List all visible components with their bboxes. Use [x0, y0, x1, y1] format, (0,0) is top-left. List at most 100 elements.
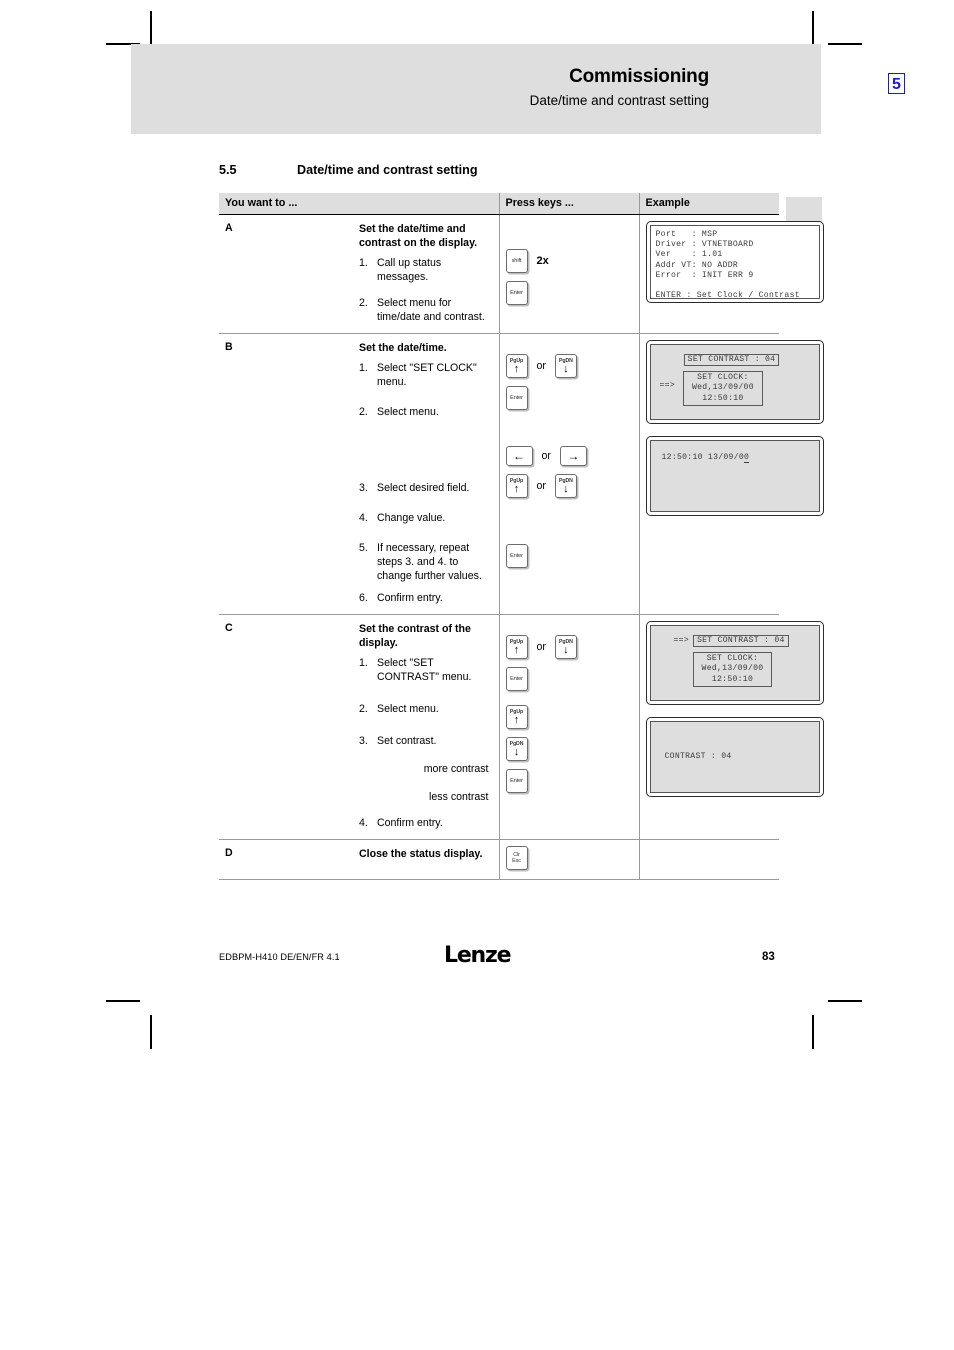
row-keys: PgUp ↑ or PgDN ↓ Enter PgUp ↑ PgDN ↓ Ent…: [499, 614, 640, 840]
lcd-screen: SET CONTRAST : 04 ==> SET CLOCK: Wed,13/…: [649, 344, 820, 420]
chapter-number-badge: 5: [888, 73, 905, 94]
table-row: A Set the date/time and contrast on the …: [219, 214, 824, 334]
arrow-down-icon: ↓: [563, 363, 569, 375]
lcd-text-status: Port : MSP Driver : VTNETBOARD Ver : 1.0…: [655, 230, 800, 301]
lcd-panel-contrast-value: CONTRAST : 04: [645, 717, 824, 797]
key-enter[interactable]: Enter: [505, 281, 528, 305]
arrow-left-icon: ←: [513, 449, 525, 463]
arrow-down-icon: ↓: [563, 644, 569, 656]
key-arrow-right[interactable]: →: [559, 446, 587, 466]
row-example: SET CONTRAST : 04 ==> SET CLOCK: Wed,13/…: [639, 333, 824, 615]
key-label: Enter: [510, 289, 523, 296]
lcd-panel-set-contrast-menu: ==> SET CONTRAST : 04 SET CLOCK: Wed,13/0…: [645, 621, 824, 705]
lcd-menu-contrast: SET CONTRAST : 04: [692, 635, 789, 648]
step-number: 4.: [359, 512, 368, 524]
page-title: Commissioning: [569, 66, 709, 87]
key-sequence-pgup-pgdn-2: PgUp ↑ or PgDN ↓: [505, 474, 633, 498]
table-row: B Set the date/time. 1. Select "SET CLOCK…: [219, 333, 824, 615]
step-number: 6.: [359, 592, 368, 604]
row-example: [639, 839, 779, 880]
step-text: Select menu.: [377, 406, 439, 418]
key-pgdn[interactable]: PgDN ↓: [505, 737, 528, 761]
lcd-clock-title: SET CLOCK:: [706, 654, 759, 664]
column-header-keys: Press keys ...: [498, 193, 639, 215]
step-text: Select "SET CLOCK" menu.: [377, 362, 477, 388]
lcd-clock-date: Wed,13/09/00: [701, 664, 764, 674]
list-item: 1. Select "SET CONTRAST" menu.: [359, 656, 491, 684]
lcd-menu-clock: SET CLOCK: Wed,13/09/00 12:50:10: [682, 371, 763, 406]
step-text: Select menu for time/date and contrast.: [377, 297, 485, 323]
header-text-block: Commissioning Date/time and contrast set…: [529, 65, 710, 111]
list-item: 2. Select menu.: [359, 702, 491, 716]
key-shift[interactable]: shift: [505, 249, 528, 273]
table-row: C Set the contrast of the display. 1. Sel…: [219, 614, 824, 840]
column-header-example: Example: [638, 193, 779, 215]
step-number: 2.: [359, 406, 368, 418]
footer-logo: Lenze: [444, 943, 512, 968]
crop-mark-bottom-right-vertical: [812, 1015, 814, 1049]
list-item: 5. If necessary, repeat steps 3. and 4. t…: [359, 541, 491, 583]
row-example: ==> SET CONTRAST : 04 SET CLOCK: Wed,13/0…: [639, 614, 824, 840]
more-contrast-label: more contrast: [423, 763, 489, 775]
crop-mark-top-left-vertical: [150, 11, 152, 45]
step-list: 1. Call up status messages. 2. Select menu…: [359, 256, 491, 324]
key-pgup[interactable]: PgUp ↑: [505, 474, 528, 498]
key-sequence-pgup-pgdn: PgUp ↑ or PgDN ↓: [505, 354, 633, 378]
lcd-edit-cursor: 0: [744, 453, 750, 463]
table-row: D Close the status display. Clr Esc: [219, 839, 779, 880]
key-pgdn[interactable]: PgDN ↓: [554, 635, 577, 659]
step-number: 1.: [359, 657, 368, 669]
page-subtitle: Date/time and contrast setting: [529, 93, 709, 108]
crop-mark-bottom-left-horizontal: [106, 1000, 140, 1002]
row-title: Close the status display.: [359, 848, 483, 860]
footer-document-code: EDBPM-H410 DE/EN/FR 4.1: [219, 952, 340, 962]
lcd-clock-date: Wed,13/09/00: [691, 383, 754, 393]
step-number: 1.: [359, 257, 368, 269]
key-or-separator: or: [536, 641, 546, 653]
key-enter[interactable]: Enter: [505, 544, 528, 568]
key-pgup[interactable]: PgUp ↑: [505, 354, 528, 378]
row-description: Close the status display.: [359, 839, 500, 880]
key-enter[interactable]: Enter: [505, 667, 528, 691]
row-letter: A: [219, 214, 359, 334]
step-number: 2.: [359, 297, 368, 309]
section-number: 5.5: [219, 163, 237, 177]
step-text: Select "SET CONTRAST" menu.: [377, 657, 472, 683]
key-or-separator: or: [541, 450, 551, 462]
row-letter: B: [219, 333, 359, 615]
key-pgdn[interactable]: PgDN ↓: [554, 474, 577, 498]
row-letter: C: [219, 614, 359, 840]
key-enter[interactable]: Enter: [505, 386, 528, 410]
lcd-clock-time: 12:50:10: [711, 674, 754, 684]
step-number: 1.: [359, 362, 368, 374]
section-title: Date/time and contrast setting: [297, 163, 478, 177]
lcd-panel-status: Port : MSP Driver : VTNETBOARD Ver : 1.0…: [645, 221, 824, 303]
lcd-menu-clock: SET CLOCK: Wed,13/09/00 12:50:10: [692, 652, 773, 687]
key-clr-esc[interactable]: Clr Esc: [505, 846, 528, 870]
key-sequence-shift: shift 2x: [505, 249, 633, 273]
list-item: 6. Confirm entry.: [359, 591, 491, 605]
step-list-tail: 4. Confirm entry.: [359, 816, 491, 830]
row-description: Set the contrast of the display. 1. Selec…: [359, 614, 500, 840]
procedure-table: You want to ... Press keys ... Example A…: [219, 193, 824, 880]
lcd-selection-arrow: ==>: [673, 636, 689, 645]
key-enter[interactable]: Enter: [505, 769, 528, 793]
key-sequence-enter-confirm: Enter: [505, 544, 633, 568]
list-item: 1. Call up status messages.: [359, 256, 491, 284]
key-sequence-enter: Enter: [505, 386, 633, 410]
key-pgup[interactable]: PgUp ↑: [505, 635, 528, 659]
arrow-up-icon: ↑: [513, 714, 520, 726]
row-title: Set the date/time and contrast on the di…: [359, 223, 478, 249]
lcd-clock-title: SET CLOCK:: [697, 373, 749, 383]
lcd-menu-contrast: SET CONTRAST : 04: [683, 354, 780, 367]
row-keys: shift 2x Enter: [499, 214, 640, 334]
key-pgup[interactable]: PgUp ↑: [505, 705, 528, 729]
key-pgdn[interactable]: PgDN ↓: [554, 354, 577, 378]
key-label: shift: [511, 257, 522, 264]
lcd-panel-set-clock-menu: SET CONTRAST : 04 ==> SET CLOCK: Wed,13/…: [645, 340, 824, 424]
step-text: Select desired field.: [377, 482, 470, 494]
list-item: 2. Select menu.: [359, 405, 491, 419]
key-arrow-left[interactable]: ←: [505, 446, 533, 466]
step-text: Confirm entry.: [377, 817, 443, 829]
key-multiplier: 2x: [536, 255, 549, 267]
